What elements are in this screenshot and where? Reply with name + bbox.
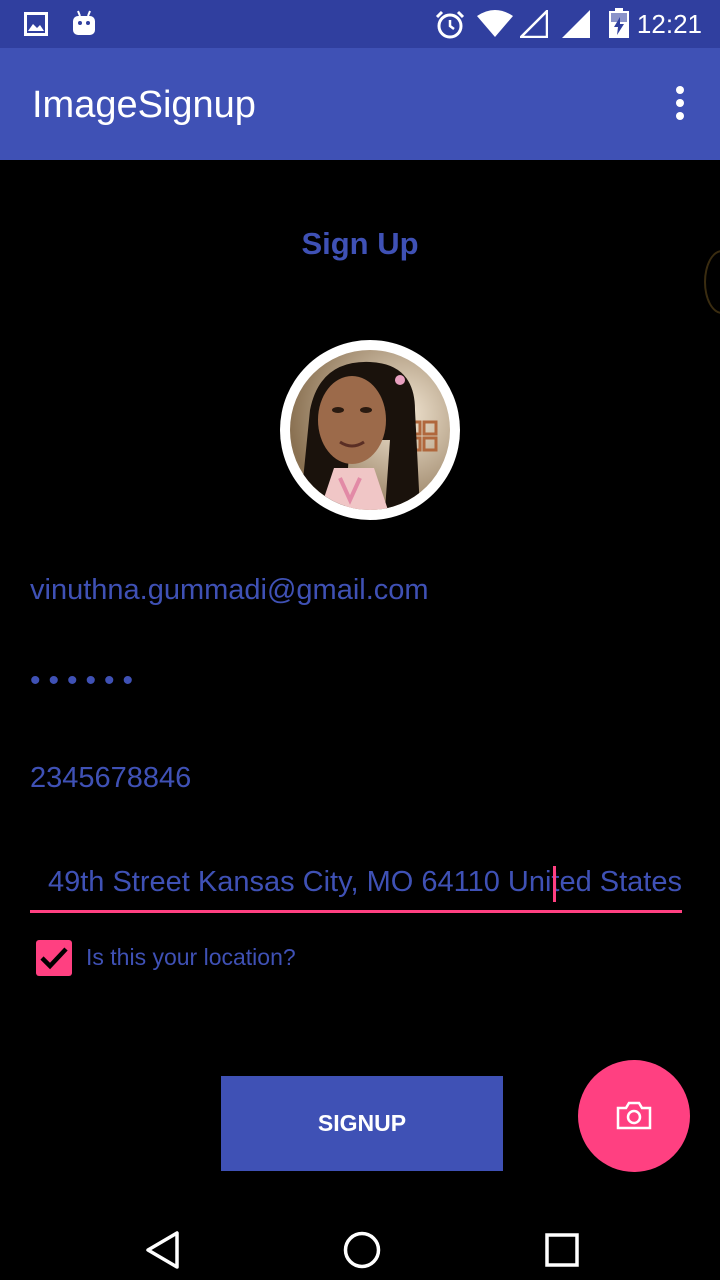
profile-photo-image	[290, 350, 450, 510]
back-icon[interactable]	[144, 1230, 180, 1270]
app-title: ImageSignup	[32, 84, 256, 126]
home-icon[interactable]	[342, 1230, 382, 1270]
page-title: Sign Up	[301, 226, 419, 261]
address-field[interactable]: 49th Street Kansas City, MO 64110 United…	[30, 866, 682, 913]
app-screen: 12:21 ImageSignup Sign Up vinuthna.gumma…	[0, 0, 720, 1280]
status-bar: 12:21	[0, 0, 720, 48]
address-text: 49th Street Kansas City, MO 64110 United…	[47, 866, 682, 898]
password-field[interactable]: ••••••	[30, 664, 682, 698]
navigation-bar	[0, 1200, 720, 1280]
android-icon	[73, 10, 95, 35]
camera-icon	[616, 1101, 652, 1130]
alarm-icon	[435, 10, 465, 39]
profile-photo	[290, 350, 450, 510]
camera-fab-button[interactable]	[578, 1060, 690, 1172]
image-icon	[24, 12, 48, 36]
email-field[interactable]: vinuthna.gummadi@gmail.com	[30, 574, 682, 607]
location-checkbox[interactable]	[36, 940, 72, 976]
signup-button[interactable]: SIGNUP	[221, 1076, 503, 1171]
text-cursor	[553, 866, 556, 902]
avatar[interactable]	[280, 340, 460, 520]
app-bar: ImageSignup	[0, 48, 720, 160]
wifi-icon	[477, 10, 513, 37]
recents-icon[interactable]	[544, 1232, 580, 1268]
location-checkbox-label[interactable]: Is this your location?	[86, 944, 296, 971]
signal-empty-icon	[520, 10, 548, 38]
status-time: 12:21	[636, 9, 702, 39]
phone-field[interactable]: 2345678846	[30, 762, 682, 795]
signal-icon	[562, 10, 590, 38]
battery-charging-icon	[609, 8, 629, 38]
more-vert-icon[interactable]	[670, 86, 690, 126]
check-icon	[40, 947, 68, 970]
